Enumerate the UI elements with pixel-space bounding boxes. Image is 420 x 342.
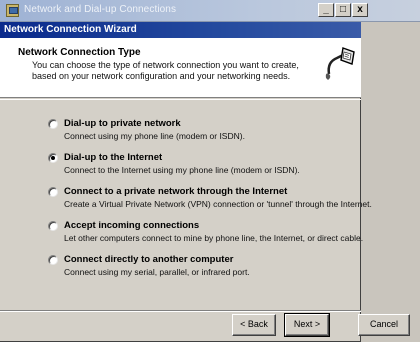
option-description: Connect to the Internet using my phone l… [64,165,300,175]
maximize-button[interactable]: □ [335,3,351,17]
option-description: Connect using my phone line (modem or IS… [64,131,245,141]
outer-window-controls: _ □ x [318,3,368,17]
page-subtitle: You can choose the type of network conne… [32,60,299,81]
radio-direct-connect[interactable] [48,255,58,265]
outer-window-titlebar[interactable]: Network and Dial-up Connections _ □ x [0,0,420,22]
back-button[interactable]: < Back [232,314,276,336]
option-description: Let other computers connect to mine by p… [64,233,364,243]
network-connections-icon [6,4,19,17]
option-label: Connect directly to another computer [64,254,234,265]
option-description: Create a Virtual Private Network (VPN) c… [64,199,372,209]
option-label: Dial-up to private network [64,118,181,129]
header-divider [0,99,361,100]
radio-vpn[interactable] [48,187,58,197]
option-label: Dial-up to the Internet [64,152,163,163]
network-cable-icon [325,47,355,80]
option-description: Connect using my serial, parallel, or in… [64,267,250,277]
cancel-button[interactable]: Cancel [358,314,410,336]
radio-accept-incoming[interactable] [48,221,58,231]
outer-window-body [361,22,420,342]
next-button[interactable]: Next > [284,313,330,337]
outer-window-title: Network and Dial-up Connections [24,4,177,15]
footer-divider [0,310,361,312]
option-label: Accept incoming connections [64,220,200,231]
radio-dialup-private[interactable] [48,119,58,129]
wizard-title: Network Connection Wizard [4,24,137,35]
wizard-header: Network Connection Type You can choose t… [0,38,361,98]
page-title: Network Connection Type [18,47,141,58]
minimize-button[interactable]: _ [318,3,334,17]
close-button[interactable]: x [352,3,368,17]
radio-dialup-internet[interactable] [48,153,58,163]
option-label: Connect to a private network through the… [64,186,288,197]
wizard-titlebar[interactable]: Network Connection Wizard [0,22,361,38]
network-connection-wizard: Network Connection Wizard Network Connec… [0,22,372,342]
